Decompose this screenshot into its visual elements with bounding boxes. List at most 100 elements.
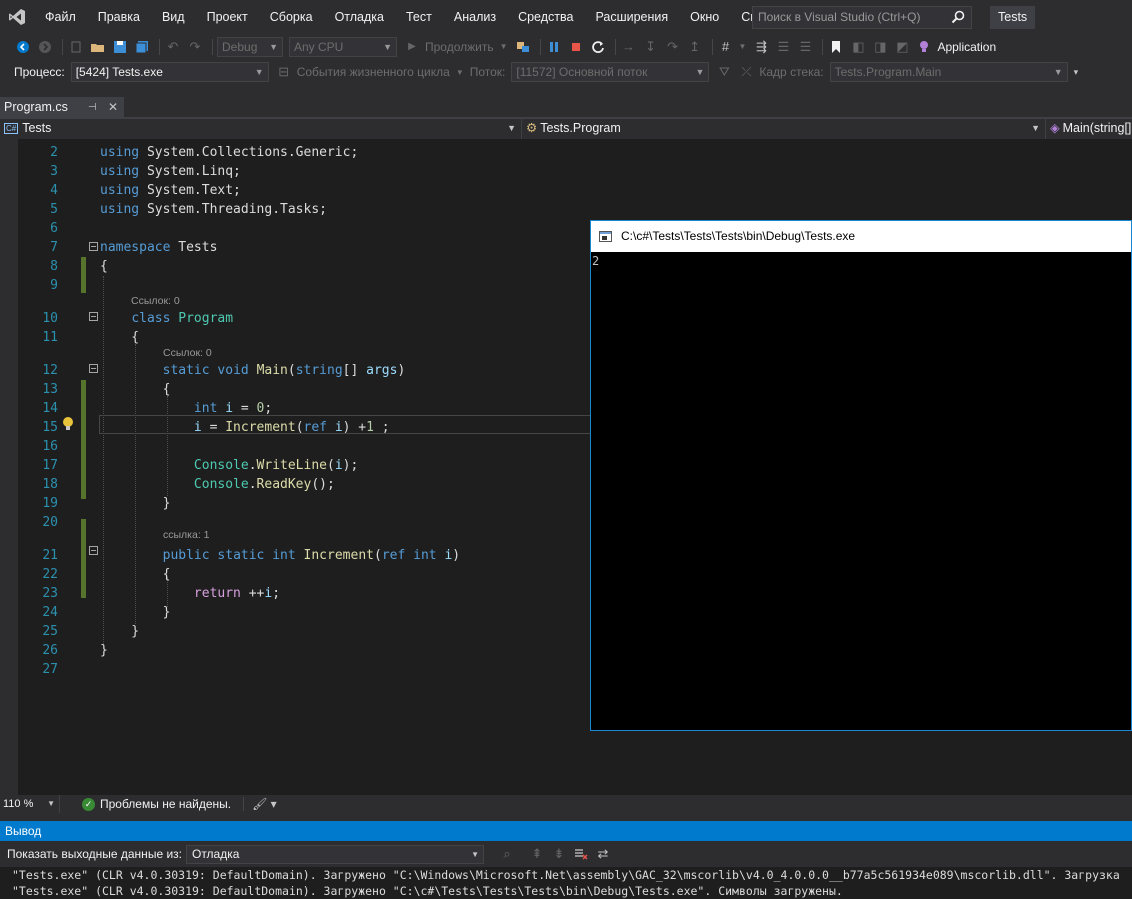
process-select[interactable]: [5424] Tests.exe ▼ [70, 62, 269, 82]
collapse-main-icon[interactable] [89, 364, 98, 373]
collapse-class-icon[interactable] [89, 312, 98, 321]
menu-item[interactable]: Отладка [324, 0, 395, 34]
stack-frame-select[interactable]: Tests.Program.Main ▼ [829, 62, 1068, 82]
show-next-statement-icon[interactable]: → [620, 38, 638, 56]
flag-threads-icon[interactable]: ⤫ [737, 63, 755, 81]
save-icon[interactable] [111, 38, 129, 56]
clear-bookmarks-icon[interactable]: ◩ [893, 38, 911, 56]
output-panel-header[interactable]: Вывод [0, 821, 1132, 841]
close-icon[interactable]: ✕ [108, 97, 118, 118]
tab-program-cs[interactable]: Program.cs ⊣ ✕ [0, 97, 124, 118]
pause-icon[interactable] [545, 38, 563, 56]
application-insights-button[interactable]: Application [937, 40, 996, 54]
menu-item[interactable]: Средства [507, 0, 584, 34]
chevron-down-icon: ▼ [269, 41, 278, 52]
chevron-down-icon[interactable]: ▼ [456, 68, 464, 77]
member-dropdown[interactable]: ◈ Main(string[] [1046, 119, 1132, 139]
clear-all-icon[interactable] [572, 845, 590, 863]
restart-icon[interactable] [589, 38, 607, 56]
pin-icon[interactable]: ⊣ [88, 97, 97, 118]
project-dropdown[interactable]: C# Tests ▼ [0, 119, 522, 139]
continue-icon[interactable]: ▶ [403, 38, 421, 56]
attach-icon[interactable] [514, 38, 532, 56]
zoom-select[interactable]: 110 % ▼ [0, 795, 60, 813]
lifecycle-events-button[interactable]: События жизненного цикла [297, 65, 450, 79]
thread-label: Поток: [469, 65, 506, 79]
search-input[interactable]: Поиск в Visual Studio (Ctrl+Q) [752, 6, 972, 29]
search-placeholder: Поиск в Visual Studio (Ctrl+Q) [758, 10, 921, 24]
code-token: using [100, 183, 140, 198]
redo-icon[interactable]: ↷ [186, 38, 204, 56]
menu-item[interactable]: Тест [395, 0, 443, 34]
menu-item[interactable]: Анализ [443, 0, 507, 34]
new-project-icon[interactable] [67, 38, 85, 56]
lightbulb-icon[interactable] [61, 416, 75, 432]
search-icon[interactable] [951, 10, 965, 31]
code-token: 1 [366, 420, 374, 435]
thread-icon[interactable]: ⇶ [752, 38, 770, 56]
save-all-icon[interactable] [133, 38, 151, 56]
code-token: Tests [170, 240, 218, 255]
console-title-bar[interactable]: C:\c#\Tests\Tests\Tests\bin\Debug\Tests.… [591, 221, 1131, 252]
main-references-lens[interactable]: Ссылок: 0 [163, 346, 212, 360]
menu-item[interactable]: Сборка [259, 0, 324, 34]
menu-item[interactable]: Файл [34, 0, 87, 34]
line-number: 13 [42, 382, 58, 397]
menu-item[interactable]: Правка [87, 0, 151, 34]
next-bookmark-icon[interactable]: ◨ [871, 38, 889, 56]
previous-bookmark-icon[interactable]: ◧ [849, 38, 867, 56]
platform-select[interactable]: Any CPU ▼ [289, 36, 397, 57]
chevron-down-icon: ▼ [1031, 123, 1040, 133]
increment-references-lens[interactable]: ссылка: 1 [163, 528, 210, 542]
hex-display-icon[interactable]: # [717, 38, 735, 56]
undo-icon[interactable]: ↶ [164, 38, 182, 56]
step-over-icon[interactable]: ↷ [664, 38, 682, 56]
lightbulb-insights-icon[interactable] [915, 38, 933, 56]
filter-icon[interactable]: ⛛ [715, 63, 733, 81]
chevron-down-icon[interactable]: ▼ [500, 42, 508, 51]
class-references-lens[interactable]: Ссылок: 0 [131, 294, 180, 308]
lifecycle-events-icon[interactable]: ⊟ [275, 63, 293, 81]
chevron-down-icon[interactable]: ▼ [739, 42, 747, 51]
navigate-forward-icon[interactable] [36, 38, 54, 56]
code-text: using System.Text; [100, 181, 241, 200]
solution-name[interactable]: Tests [990, 6, 1036, 29]
comment-out-icon[interactable]: ☰ [774, 38, 792, 56]
open-file-icon[interactable] [89, 38, 107, 56]
word-wrap-icon[interactable]: ⇄ [594, 845, 612, 863]
bookmark-icon[interactable] [827, 38, 845, 56]
step-into-icon[interactable]: ↧ [642, 38, 660, 56]
output-text[interactable]: "Tests.exe" (CLR v4.0.30319: DefaultDoma… [0, 867, 1132, 899]
collapse-namespace-icon[interactable] [89, 242, 98, 251]
menu-item[interactable]: Вид [151, 0, 196, 34]
console-window[interactable]: C:\c#\Tests\Tests\Tests\bin\Debug\Tests.… [590, 220, 1132, 731]
thread-select[interactable]: [11572] Основной поток ▼ [511, 62, 710, 82]
next-message-icon[interactable]: ⇟ [550, 845, 568, 863]
process-label: Процесс: [14, 65, 65, 79]
menu-item[interactable]: Проект [196, 0, 259, 34]
configuration-select[interactable]: Debug ▼ [217, 36, 283, 57]
status-separator [243, 797, 245, 811]
stop-icon[interactable] [567, 38, 585, 56]
output-source-select[interactable]: Отладка ▼ [185, 844, 484, 864]
code-text: } [100, 641, 108, 660]
chevron-down-icon: ▼ [507, 123, 516, 133]
uncomment-icon[interactable]: ☰ [796, 38, 814, 56]
step-out-icon[interactable]: ↥ [686, 38, 704, 56]
navigate-back-icon[interactable] [14, 38, 32, 56]
menu-item[interactable]: Расширения [584, 0, 679, 34]
code-token: Console [193, 458, 249, 473]
find-message-icon[interactable]: ⌕ [498, 845, 516, 863]
visual-studio-logo-icon[interactable] [0, 0, 34, 34]
code-cleanup-icon[interactable]: 🖌︎ ▾ [252, 797, 277, 811]
chevron-down-icon: ▼ [383, 41, 392, 52]
menu-item[interactable]: Окно [679, 0, 730, 34]
continue-button[interactable]: Продолжить [425, 40, 494, 54]
toolbar-overflow-icon[interactable]: ▾ [1074, 67, 1079, 78]
change-indicator [81, 257, 86, 293]
previous-message-icon[interactable]: ⇞ [528, 845, 546, 863]
type-dropdown[interactable]: ⚙ Tests.Program ▼ [522, 119, 1046, 139]
issues-indicator[interactable]: ✓ Проблемы не найдены. [82, 797, 231, 811]
collapse-increment-icon[interactable] [89, 546, 98, 555]
editor-status-bar: 110 % ▼ ✓ Проблемы не найдены. 🖌︎ ▾ [0, 795, 1132, 813]
